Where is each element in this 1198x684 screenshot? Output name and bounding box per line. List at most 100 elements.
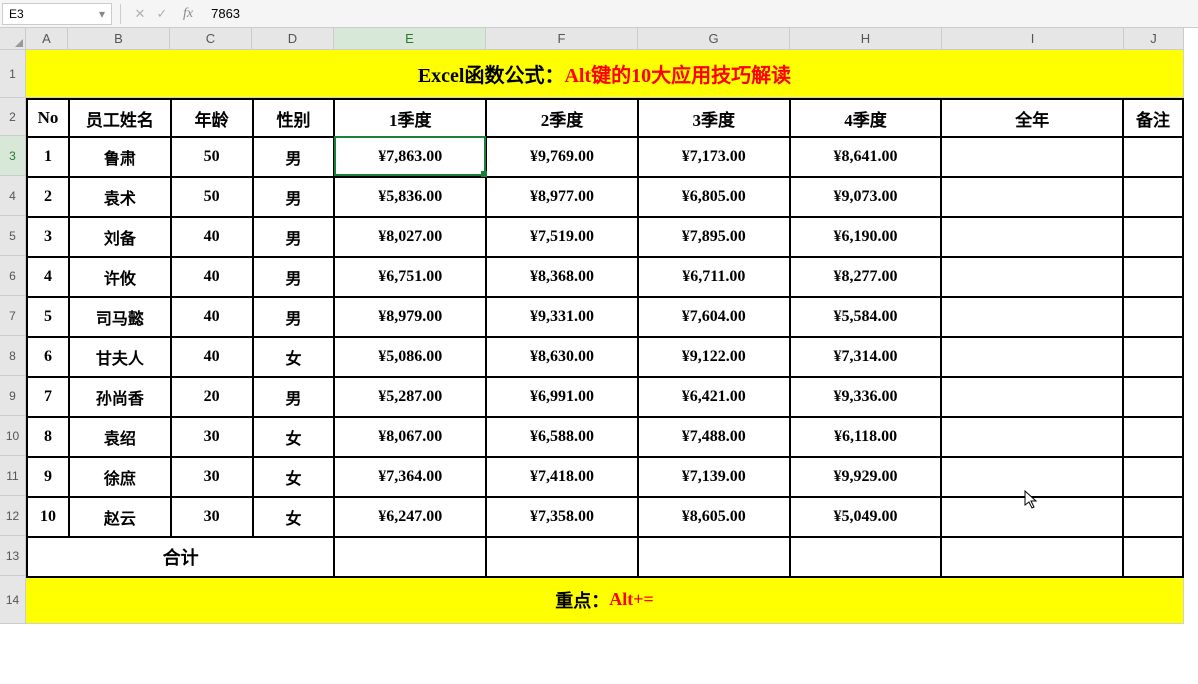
data-cell[interactable]: 女 bbox=[253, 417, 335, 457]
data-cell[interactable] bbox=[941, 257, 1123, 297]
data-cell[interactable]: 4 bbox=[27, 257, 69, 297]
col-header-I[interactable]: I bbox=[942, 28, 1124, 50]
data-cell[interactable] bbox=[1123, 337, 1183, 377]
col-header-H[interactable]: H bbox=[790, 28, 942, 50]
data-cell[interactable]: ¥7,139.00 bbox=[638, 457, 790, 497]
data-cell[interactable]: ¥6,991.00 bbox=[486, 377, 638, 417]
chevron-down-icon[interactable]: ▾ bbox=[99, 7, 105, 21]
header-cell[interactable]: No bbox=[27, 99, 69, 137]
row-header-12[interactable]: 12 bbox=[0, 496, 26, 536]
header-cell[interactable]: 备注 bbox=[1123, 99, 1183, 137]
data-cell[interactable]: ¥6,190.00 bbox=[790, 217, 942, 257]
total-q1[interactable] bbox=[334, 537, 486, 577]
data-cell[interactable]: 男 bbox=[253, 137, 335, 177]
data-cell[interactable]: 40 bbox=[171, 217, 253, 257]
data-cell[interactable] bbox=[1123, 177, 1183, 217]
data-cell[interactable]: 8 bbox=[27, 417, 69, 457]
data-cell[interactable]: 1 bbox=[27, 137, 69, 177]
data-cell[interactable]: 40 bbox=[171, 257, 253, 297]
data-cell[interactable]: ¥6,805.00 bbox=[638, 177, 790, 217]
data-cell[interactable]: 许攸 bbox=[69, 257, 171, 297]
row-header-2[interactable]: 2 bbox=[0, 98, 26, 136]
data-cell[interactable]: 袁术 bbox=[69, 177, 171, 217]
header-cell[interactable]: 1季度 bbox=[334, 99, 486, 137]
data-cell[interactable]: 孙尚香 bbox=[69, 377, 171, 417]
row-header-11[interactable]: 11 bbox=[0, 456, 26, 496]
formula-input[interactable] bbox=[203, 3, 1198, 25]
data-cell[interactable]: 50 bbox=[171, 177, 253, 217]
data-cell[interactable]: 女 bbox=[253, 457, 335, 497]
data-cell[interactable]: ¥9,769.00 bbox=[486, 137, 638, 177]
col-header-E[interactable]: E bbox=[334, 28, 486, 50]
row-header-7[interactable]: 7 bbox=[0, 296, 26, 336]
confirm-icon[interactable]: ✓ bbox=[151, 6, 173, 22]
data-cell[interactable]: 9 bbox=[27, 457, 69, 497]
row-header-1[interactable]: 1 bbox=[0, 50, 26, 98]
data-cell[interactable]: ¥7,863.00 bbox=[334, 137, 486, 177]
data-cell[interactable] bbox=[1123, 497, 1183, 537]
total-q4[interactable] bbox=[790, 537, 942, 577]
data-cell[interactable] bbox=[1123, 457, 1183, 497]
col-header-J[interactable]: J bbox=[1124, 28, 1184, 50]
col-header-F[interactable]: F bbox=[486, 28, 638, 50]
data-cell[interactable]: 司马懿 bbox=[69, 297, 171, 337]
col-header-A[interactable]: A bbox=[26, 28, 68, 50]
data-cell[interactable]: 20 bbox=[171, 377, 253, 417]
data-cell[interactable] bbox=[941, 217, 1123, 257]
data-cell[interactable]: ¥8,641.00 bbox=[790, 137, 942, 177]
data-cell[interactable]: ¥8,630.00 bbox=[486, 337, 638, 377]
data-cell[interactable] bbox=[1123, 377, 1183, 417]
row-header-10[interactable]: 10 bbox=[0, 416, 26, 456]
data-cell[interactable]: 5 bbox=[27, 297, 69, 337]
data-cell[interactable]: ¥7,173.00 bbox=[638, 137, 790, 177]
data-cell[interactable]: ¥5,584.00 bbox=[790, 297, 942, 337]
data-cell[interactable]: ¥8,605.00 bbox=[638, 497, 790, 537]
header-cell[interactable]: 年龄 bbox=[171, 99, 253, 137]
col-header-D[interactable]: D bbox=[252, 28, 334, 50]
data-cell[interactable]: ¥6,751.00 bbox=[334, 257, 486, 297]
data-cell[interactable]: 女 bbox=[253, 497, 335, 537]
data-cell[interactable] bbox=[941, 137, 1123, 177]
data-cell[interactable]: ¥9,336.00 bbox=[790, 377, 942, 417]
data-cell[interactable]: 40 bbox=[171, 337, 253, 377]
data-cell[interactable]: 男 bbox=[253, 297, 335, 337]
data-cell[interactable]: 50 bbox=[171, 137, 253, 177]
data-cell[interactable]: ¥8,067.00 bbox=[334, 417, 486, 457]
data-cell[interactable]: ¥8,977.00 bbox=[486, 177, 638, 217]
name-box[interactable]: E3 ▾ bbox=[2, 3, 112, 25]
data-cell[interactable]: 袁绍 bbox=[69, 417, 171, 457]
cancel-icon[interactable]: ✕ bbox=[129, 6, 151, 22]
data-cell[interactable] bbox=[941, 337, 1123, 377]
data-cell[interactable]: ¥7,358.00 bbox=[486, 497, 638, 537]
data-cell[interactable]: ¥7,895.00 bbox=[638, 217, 790, 257]
data-cell[interactable] bbox=[941, 177, 1123, 217]
row-header-14[interactable]: 14 bbox=[0, 576, 26, 624]
data-cell[interactable]: ¥5,086.00 bbox=[334, 337, 486, 377]
data-cell[interactable] bbox=[941, 297, 1123, 337]
data-cell[interactable]: ¥9,122.00 bbox=[638, 337, 790, 377]
data-cell[interactable] bbox=[941, 377, 1123, 417]
total-q3[interactable] bbox=[638, 537, 790, 577]
data-cell[interactable]: 30 bbox=[171, 417, 253, 457]
header-cell[interactable]: 3季度 bbox=[638, 99, 790, 137]
data-cell[interactable] bbox=[1123, 257, 1183, 297]
data-cell[interactable]: ¥7,604.00 bbox=[638, 297, 790, 337]
data-cell[interactable]: ¥8,979.00 bbox=[334, 297, 486, 337]
data-cell[interactable]: ¥6,118.00 bbox=[790, 417, 942, 457]
data-cell[interactable]: 男 bbox=[253, 177, 335, 217]
data-cell[interactable]: ¥7,314.00 bbox=[790, 337, 942, 377]
data-cell[interactable]: 6 bbox=[27, 337, 69, 377]
data-cell[interactable] bbox=[1123, 137, 1183, 177]
row-header-6[interactable]: 6 bbox=[0, 256, 26, 296]
data-cell[interactable]: 2 bbox=[27, 177, 69, 217]
data-cell[interactable] bbox=[941, 497, 1123, 537]
data-cell[interactable]: ¥8,277.00 bbox=[790, 257, 942, 297]
data-cell[interactable]: 7 bbox=[27, 377, 69, 417]
header-cell[interactable]: 4季度 bbox=[790, 99, 942, 137]
data-cell[interactable]: ¥5,287.00 bbox=[334, 377, 486, 417]
data-cell[interactable]: 鲁肃 bbox=[69, 137, 171, 177]
data-cell[interactable]: ¥6,588.00 bbox=[486, 417, 638, 457]
data-cell[interactable]: 10 bbox=[27, 497, 69, 537]
row-header-3[interactable]: 3 bbox=[0, 136, 26, 176]
cells-area[interactable]: Excel函数公式：Alt键的10大应用技巧解读 No员工姓名年龄性别1季度2季… bbox=[26, 50, 1184, 624]
